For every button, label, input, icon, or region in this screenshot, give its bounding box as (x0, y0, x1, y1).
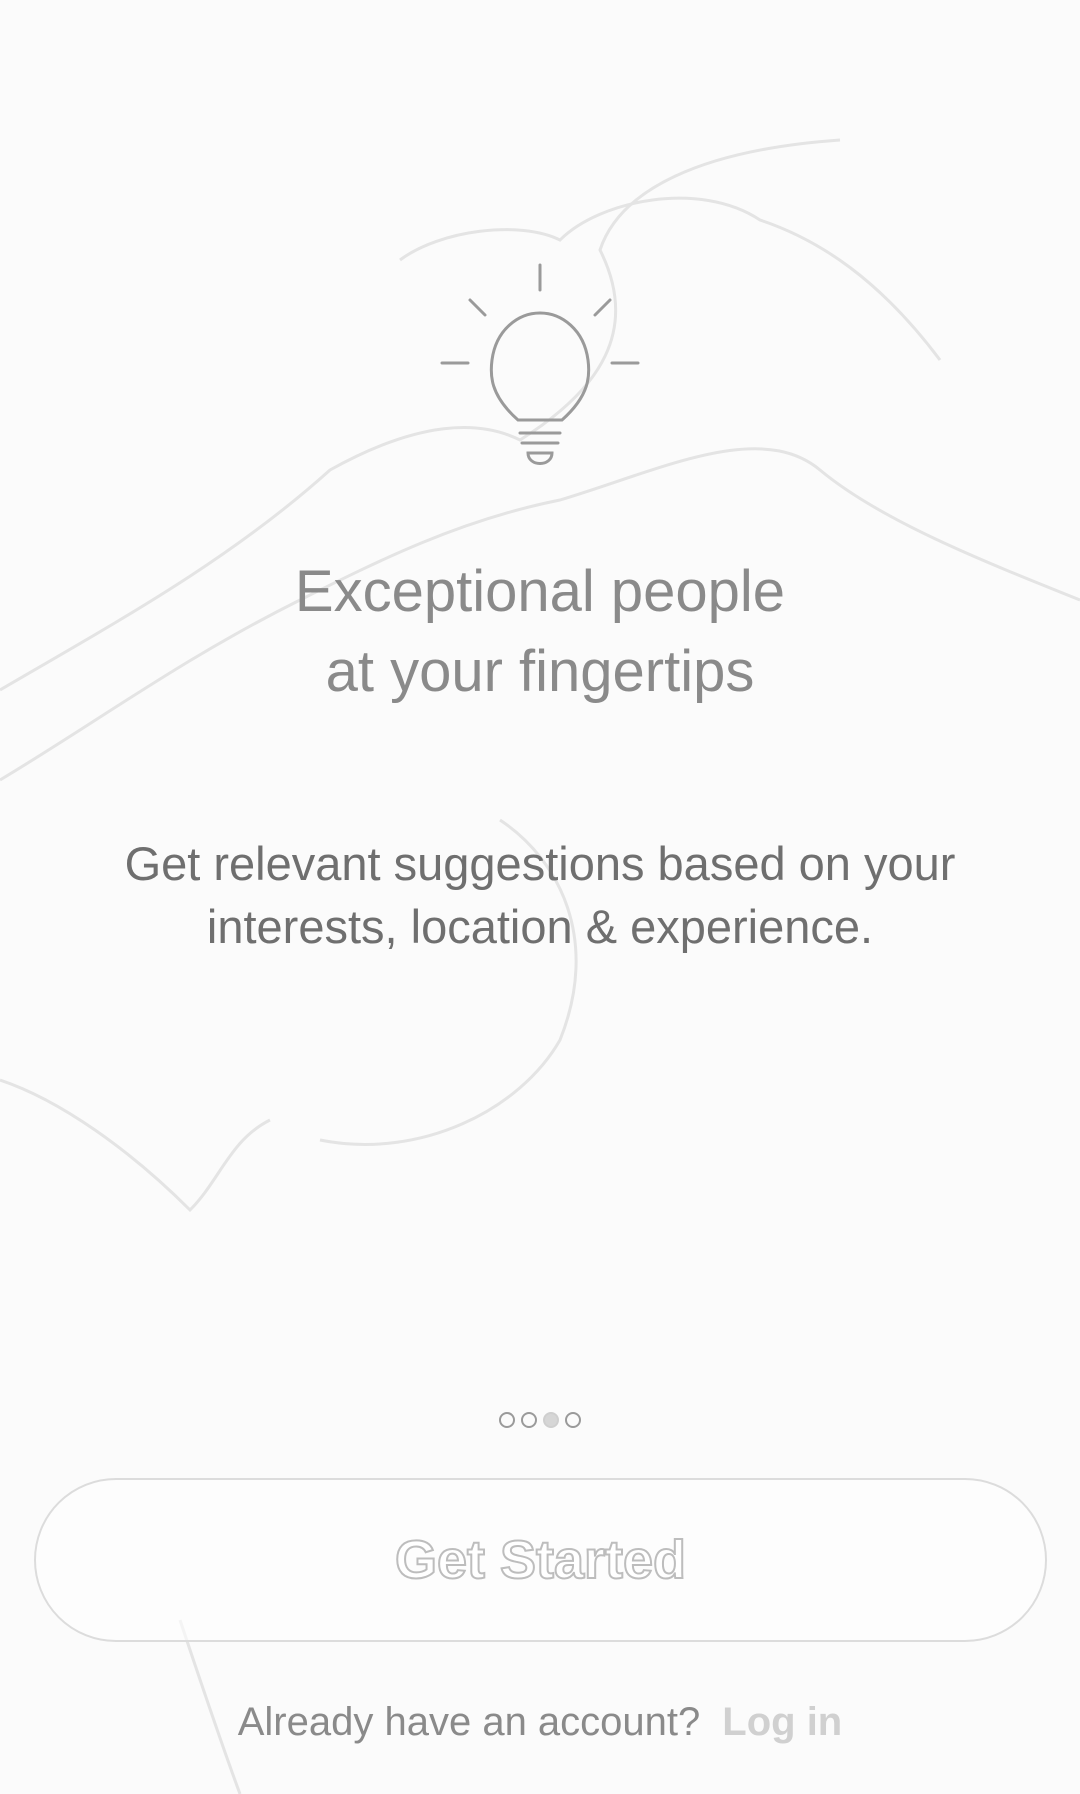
headline-line-1: Exceptional people (294, 559, 786, 624)
page-dot-1[interactable] (499, 1412, 515, 1428)
description-line-2: interests, location & experience. (206, 900, 874, 953)
description-line-1: Get relevant suggestions based on your (124, 837, 956, 890)
description: Get relevant suggestions based on your i… (0, 832, 1080, 958)
get-started-button[interactable]: Get Started (34, 1478, 1047, 1642)
headline-line-2: at your fingertips (325, 639, 755, 704)
page-indicator (0, 1412, 1080, 1428)
page-dot-3-active[interactable] (543, 1412, 559, 1428)
page-dot-4[interactable] (565, 1412, 581, 1428)
page-dot-2[interactable] (521, 1412, 537, 1428)
lightbulb-icon (440, 263, 640, 465)
login-prompt: Already have an account? Log in (0, 1700, 1080, 1745)
login-link[interactable]: Log in (722, 1700, 842, 1744)
account-prompt-text: Already have an account? (237, 1700, 701, 1744)
headline: Exceptional people at your fingertips (0, 552, 1080, 712)
get-started-label: Get Started (394, 1529, 687, 1591)
